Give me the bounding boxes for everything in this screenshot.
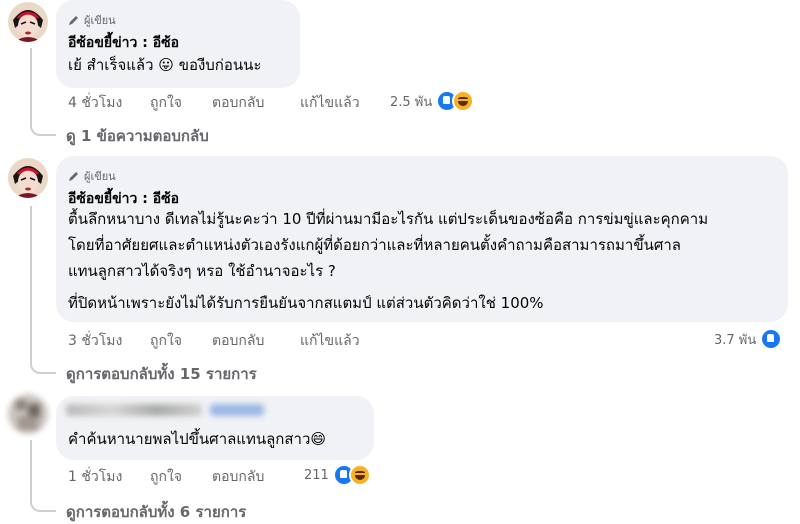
reply-button[interactable]: ตอบกลับ bbox=[212, 92, 264, 114]
reaction-summary[interactable]: 3.7 พัน bbox=[714, 328, 783, 350]
like-button[interactable]: ถูกใจ bbox=[150, 92, 182, 114]
author-badge-label: ผู้เขียน bbox=[84, 14, 116, 27]
edited-label: แก้ไขแล้ว bbox=[300, 95, 360, 111]
view-replies-link[interactable]: ดูการตอบกลับทั้ง 15 รายการ bbox=[66, 362, 257, 386]
reaction-summary[interactable]: 2.5 พัน bbox=[390, 90, 475, 112]
reaction-summary[interactable]: 211 bbox=[304, 464, 371, 486]
like-button[interactable]: ถูกใจ bbox=[150, 330, 182, 352]
redacted-author-tag bbox=[210, 404, 264, 416]
avatar[interactable] bbox=[8, 2, 48, 42]
thread-line bbox=[30, 440, 56, 512]
author-badge-label: ผู้เขียน bbox=[84, 170, 116, 183]
comment-text: แทนลูกสาวได้จริงๆ หรอ ใช้อำนาจอะไร ? bbox=[68, 262, 336, 280]
reaction-count: 2.5 พัน bbox=[390, 94, 433, 110]
comment-time[interactable]: 1 ชั่วโมง bbox=[68, 466, 122, 488]
author-badge: ผู้เขียน bbox=[68, 11, 116, 29]
comment-time[interactable]: 4 ชั่วโมง bbox=[68, 92, 122, 114]
comment-text: เย้ สำเร็จแล้ว 😛 ของีบก่อนนะ bbox=[68, 56, 262, 74]
reaction-count: 211 bbox=[304, 467, 329, 483]
pencil-icon bbox=[69, 16, 78, 25]
edited-label: แก้ไขแล้ว bbox=[300, 333, 360, 349]
like-reaction-icon bbox=[760, 328, 783, 350]
view-replies-link[interactable]: ดูการตอบกลับทั้ง 6 รายการ bbox=[66, 500, 246, 524]
comment-text: ตื้นลึกหนาบาง ดีเทลไม่รู้นะคะว่า 10 ปีที… bbox=[68, 210, 709, 228]
comment-text: โดยที่อาศัยยศและตำแหน่งตัวเองรังแกผู้ที่… bbox=[68, 236, 681, 254]
haha-reaction-icon bbox=[348, 464, 371, 486]
like-button[interactable]: ถูกใจ bbox=[150, 466, 182, 488]
avatar[interactable] bbox=[8, 158, 48, 198]
comment-time[interactable]: 3 ชั่วโมง bbox=[68, 330, 122, 352]
author-badge: ผู้เขียน bbox=[68, 167, 116, 185]
reaction-count: 3.7 พัน bbox=[714, 332, 757, 348]
thread-line bbox=[30, 206, 56, 374]
comment-text: คำค้นหานายพลไปขึ้นศาลแทนลูกสาว😄 bbox=[68, 430, 327, 448]
redacted-author-name[interactable] bbox=[66, 404, 202, 416]
author-name[interactable]: อีซ้อขยี้ข่าว : อีซ้อ bbox=[68, 32, 179, 54]
thread-line bbox=[30, 48, 56, 136]
view-replies-link[interactable]: ดู 1 ข้อความตอบกลับ bbox=[66, 124, 209, 148]
avatar[interactable] bbox=[8, 394, 48, 434]
comment-text: ที่ปิดหน้าเพราะยังไม่ได้รับการยืนยันจากส… bbox=[68, 294, 544, 312]
haha-reaction-icon bbox=[452, 90, 475, 112]
reply-button[interactable]: ตอบกลับ bbox=[212, 466, 264, 488]
pencil-icon bbox=[69, 172, 78, 181]
reply-button[interactable]: ตอบกลับ bbox=[212, 330, 264, 352]
